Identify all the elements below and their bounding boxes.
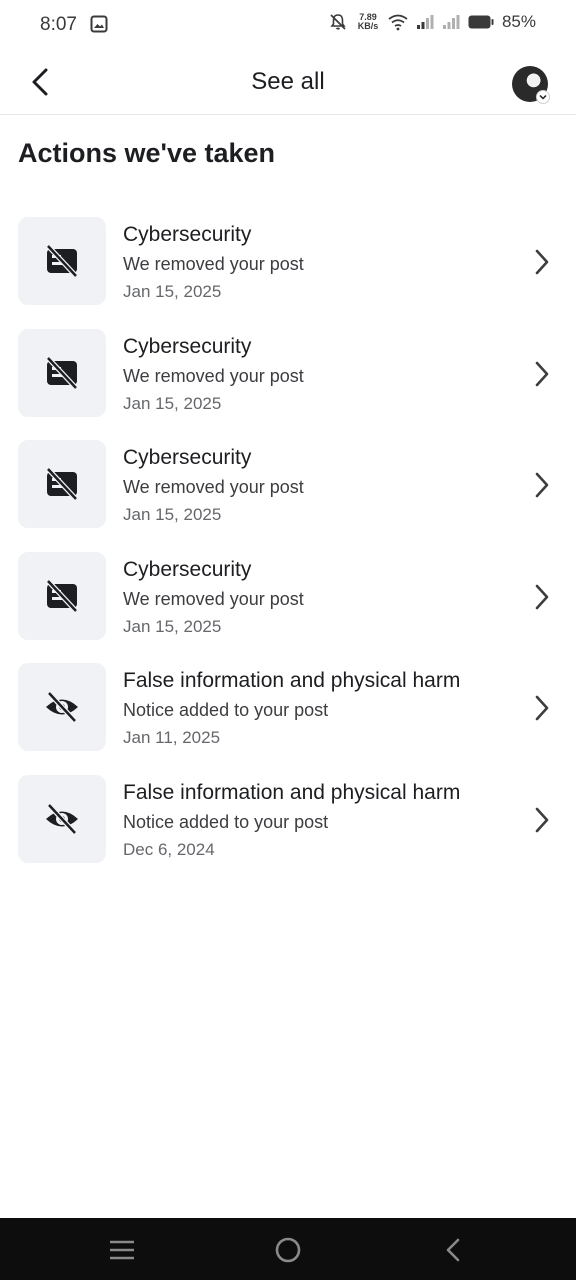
eye-off-icon <box>46 691 78 723</box>
item-subtitle: We removed your post <box>123 254 304 274</box>
avatar[interactable] <box>512 66 550 104</box>
wifi-icon <box>388 14 408 31</box>
item-text: Cybersecurity We removed your post Jan 1… <box>123 221 516 306</box>
removed-post-icon <box>46 467 78 501</box>
mute-icon <box>330 14 346 30</box>
signal-icon-2 <box>442 15 460 29</box>
item-subtitle: We removed your post <box>123 477 304 497</box>
status-bar: 8:07 7.89 KB/s 85% <box>0 0 576 52</box>
item-title: False information and physical harm <box>123 669 461 692</box>
network-speed: 7.89 KB/s <box>356 13 380 31</box>
item-title: Cybersecurity <box>123 334 252 358</box>
item-title: Cybersecurity <box>123 223 252 246</box>
list-item[interactable]: Cybersecurity We removed your post Jan 1… <box>0 440 576 552</box>
item-date: Jan 15, 2025 <box>123 505 222 524</box>
item-title: Cybersecurity <box>123 446 252 469</box>
item-title: Cybersecurity <box>123 557 252 581</box>
item-text: Cybersecurity We removed your post Jan 1… <box>123 444 516 529</box>
item-subtitle: We removed your post <box>123 365 304 386</box>
chevron-right-icon <box>535 472 549 498</box>
item-subtitle: Notice added to your post <box>123 811 329 832</box>
battery-icon <box>468 15 494 29</box>
removed-post-icon <box>46 244 78 278</box>
item-text: False information and physical harm Noti… <box>123 667 516 752</box>
item-text: False information and physical harm Noti… <box>123 779 516 864</box>
eye-off-icon <box>46 802 78 835</box>
gallery-icon <box>90 15 108 33</box>
item-text: Cybersecurity We removed your post Jan 1… <box>123 556 516 641</box>
item-icon-box <box>18 440 106 528</box>
item-icon-box <box>18 774 106 863</box>
item-subtitle: We removed your post <box>123 588 304 609</box>
item-date: Jan 11, 2025 <box>123 728 221 747</box>
removed-post-icon <box>46 355 78 390</box>
menu-icon[interactable] <box>106 1234 138 1266</box>
removed-post-icon <box>46 578 78 613</box>
battery-percentage: 85% <box>501 12 536 31</box>
network-speed-unit: KB/s <box>357 21 379 31</box>
item-title: False information and physical harm <box>123 780 461 804</box>
signal-icon <box>416 15 434 29</box>
back-triangle-icon[interactable] <box>438 1234 470 1266</box>
section-title: Actions we've taken <box>18 138 276 168</box>
item-icon-box <box>18 217 106 305</box>
chevron-down-icon <box>536 90 550 104</box>
page-title: See all <box>251 68 325 95</box>
status-time: 8:07 <box>40 14 77 35</box>
home-circle-icon[interactable] <box>272 1234 304 1266</box>
chevron-right-icon <box>535 695 549 721</box>
list-item[interactable]: Cybersecurity We removed your post Jan 1… <box>0 551 576 664</box>
item-icon-box <box>18 328 106 417</box>
chevron-right-icon <box>535 584 549 609</box>
list-item[interactable]: False information and physical harm Noti… <box>0 774 576 887</box>
item-date: Jan 15, 2025 <box>123 393 222 413</box>
top-app-bar: See all <box>0 52 576 115</box>
item-icon-box <box>18 551 106 640</box>
item-date: Jan 15, 2025 <box>123 616 222 636</box>
chevron-right-icon <box>535 807 549 832</box>
system-nav-bar <box>0 1218 576 1280</box>
item-icon-box <box>18 663 106 751</box>
item-date: Jan 15, 2025 <box>123 282 222 301</box>
list-item[interactable]: Cybersecurity We removed your post Jan 1… <box>0 217 576 329</box>
actions-list: Cybersecurity We removed your post Jan 1… <box>0 217 576 886</box>
item-text: Cybersecurity We removed your post Jan 1… <box>123 333 516 418</box>
list-item[interactable]: False information and physical harm Noti… <box>0 663 576 775</box>
item-subtitle: Notice added to your post <box>123 700 329 720</box>
chevron-right-icon <box>535 249 549 275</box>
status-icons: 7.89 KB/s 85% <box>328 12 536 32</box>
item-date: Dec 6, 2024 <box>123 839 215 859</box>
chevron-right-icon <box>535 361 549 386</box>
list-item[interactable]: Cybersecurity We removed your post Jan 1… <box>0 328 576 441</box>
